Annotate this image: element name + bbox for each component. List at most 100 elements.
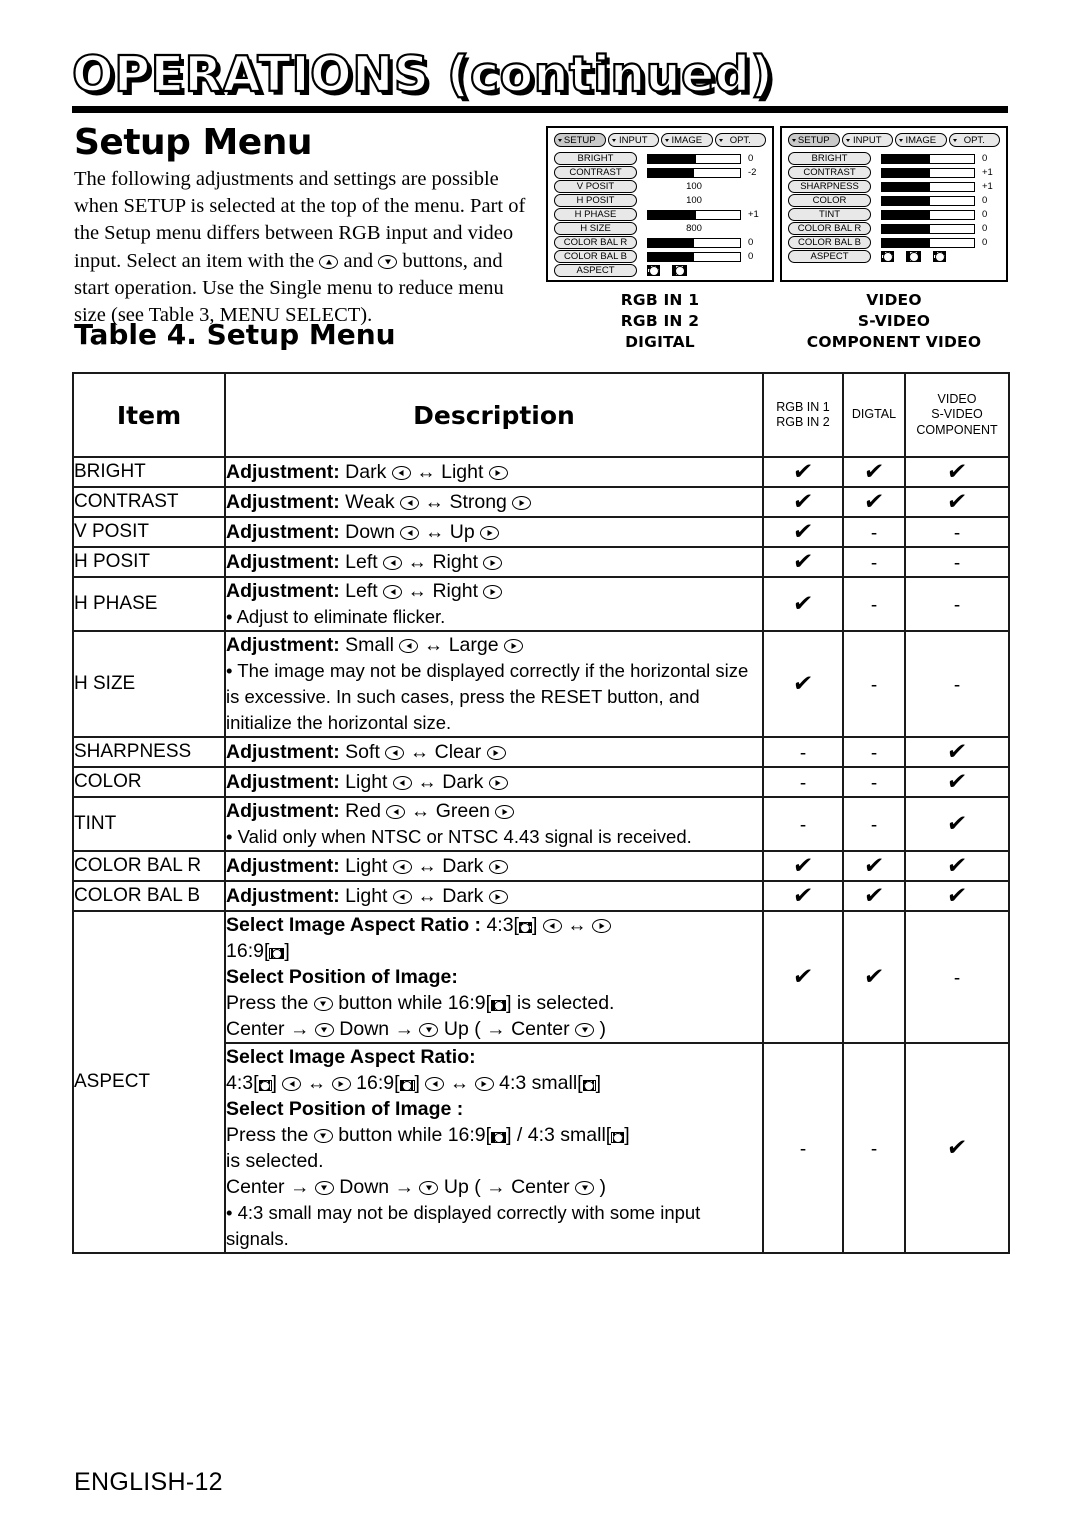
row-note: • Valid only when NTSC or NTSC 4.43 sign… [226,826,692,847]
osd-row[interactable]: COLOR BAL R 0 [788,222,1000,236]
osd-slider[interactable] [881,209,975,220]
osd-value: 800 [686,222,702,234]
support-rgb: - [762,1042,844,1254]
osd-tab-image[interactable]: IMAGE [895,133,947,147]
left-arrow-button-icon [399,639,419,653]
osd-row[interactable]: H POSIT 100 [554,194,766,208]
osd-row[interactable]: CONTRAST -2 [554,166,766,180]
left-arrow-button-icon [392,776,412,790]
dash-mark: - [799,815,807,836]
osd-row[interactable]: H PHASE +1 [554,208,766,222]
osd-row-label: ASPECT [788,250,871,264]
row-note: • The image may not be displayed correct… [226,660,749,733]
osd-slider[interactable] [881,195,975,206]
dash-mark: - [799,773,807,794]
osd-row[interactable]: COLOR BAL B 0 [788,236,1000,250]
adjustment-high: Clear [434,741,482,763]
osd-tab-opt[interactable]: OPT. [948,133,1000,147]
page-footer: ENGLISH-12 [74,1468,223,1496]
osd-row[interactable]: COLOR 0 [788,194,1000,208]
chevron-down-icon [611,139,616,142]
osd-row[interactable]: ASPECT [788,250,1000,264]
osd-slider[interactable] [881,167,975,178]
osd-row[interactable]: H SIZE 800 [554,222,766,236]
adjustment-low: Small [345,634,394,656]
swap-symbol: ↔ [424,521,445,543]
osd-slider[interactable] [647,167,741,178]
row-description: Select Image Aspect Ratio : 4:3[] ↔ 16:9… [224,910,764,1044]
osd-slider[interactable] [881,181,975,192]
check-icon: ✔ [945,739,969,765]
adjustment-low: Light [345,771,388,793]
left-arrow-button-icon [392,890,412,904]
osd-tab-input[interactable]: INPUT [841,133,893,147]
table-row: H PHASE Adjustment: Left ↔ Right • Adjust… [72,576,1010,632]
osd-slider[interactable] [647,153,741,164]
osd-row[interactable]: CONTRAST +1 [788,166,1000,180]
chevron-down-icon [952,139,957,142]
chevron-down-icon [665,139,669,142]
osd-row[interactable]: BRIGHT 0 [788,152,1000,166]
osd-row[interactable]: COLOR BAL B 0 [554,250,766,264]
osd-row[interactable]: SHARPNESS +1 [788,180,1000,194]
aspect-press-line: Press the button while 16:9[] / 4:3 smal… [226,1124,630,1146]
setup-menu-table: Item Description RGB IN 1 RGB IN 2 DIGTAL… [72,372,1010,1254]
osd-value: 100 [686,180,702,192]
support-rgb: - [762,796,844,852]
header-video: VIDEO S-VIDEO COMPONENT [904,372,1010,458]
check-icon: ✔ [945,769,969,795]
check-icon: ✔ [791,489,815,515]
osd-tab-setup[interactable]: SETUP [554,133,606,147]
down-arrow-button-icon [313,997,333,1011]
osd-aspect-icons[interactable] [881,251,946,263]
table-row-aspect-rgb: ASPECT Select Image Aspect Ratio : 4:3[] … [72,910,1010,1254]
row-description: Adjustment: Red ↔ Green • Valid only whe… [224,796,764,852]
right-arrow-button-icon [474,1077,494,1091]
dash-mark: - [870,815,878,836]
dash-mark: - [953,595,961,616]
table-row: COLOR Adjustment: Light ↔ Dark - - ✔ [72,766,1010,798]
support-rgb: ✔ [762,850,844,882]
left-arrow-button-icon [391,466,411,480]
osd-tab-input[interactable]: INPUT [607,133,659,147]
osd-slider[interactable] [881,223,975,234]
osd-row[interactable]: TINT 0 [788,208,1000,222]
row-description: Adjustment: Left ↔ Right [224,546,764,578]
osd-aspect-icons[interactable] [647,265,687,277]
osd-tab-image[interactable]: IMAGE [661,133,713,147]
osd-value: 0 [748,236,754,248]
support-digital: - [842,576,906,632]
osd-row[interactable]: ASPECT [554,264,766,278]
support-digital: ✔ [842,850,906,882]
osd-slider[interactable] [881,153,975,164]
dash-mark: - [870,1139,878,1160]
left-arrow-button-icon [400,526,420,540]
aspect-4-3-icon [518,922,532,933]
check-icon: ✔ [791,459,815,485]
osd-slider[interactable] [647,209,741,220]
right-arrow-button-icon [592,919,612,933]
support-digital: ✔ [842,486,906,518]
osd-row-label: ASPECT [554,264,637,278]
aspect-ratio-heading: Select Image Aspect Ratio: [226,1046,476,1068]
table-row: CONTRAST Adjustment: Weak ↔ Strong ✔ ✔ ✔ [72,486,1010,518]
osd-row-label: SHARPNESS [788,180,871,194]
osd-slider[interactable] [647,251,741,262]
osd-caption-video: VIDEO S-VIDEO COMPONENT VIDEO [806,291,982,351]
check-icon: ✔ [791,591,815,617]
osd-slider[interactable] [881,237,975,248]
row-item-name: BRIGHT [72,456,226,488]
osd-value: 0 [748,152,754,164]
support-rgb: ✔ [762,486,844,518]
osd-tab-opt[interactable]: OPT. [714,133,766,147]
support-digital: ✔ [842,456,906,488]
row-description: Adjustment: Light ↔ Dark [224,880,764,912]
osd-slider[interactable] [647,237,741,248]
right-arrow-button-icon [483,585,503,599]
osd-tab-bar: SETUP INPUT IMAGE OPT. [788,133,1000,147]
check-icon: ✔ [945,1135,969,1161]
osd-tab-setup[interactable]: SETUP [788,133,840,147]
osd-row[interactable]: BRIGHT 0 [554,152,766,166]
osd-row[interactable]: COLOR BAL R 0 [554,236,766,250]
osd-row[interactable]: V POSIT 100 [554,180,766,194]
